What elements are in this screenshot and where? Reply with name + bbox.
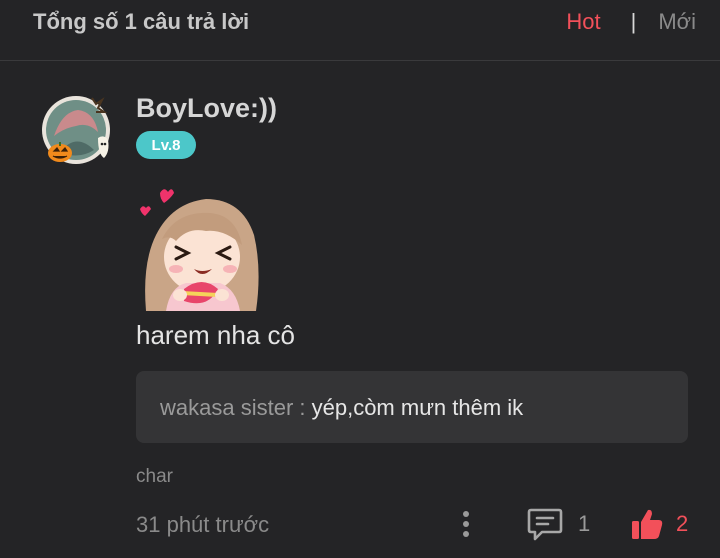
- like-count: 2: [676, 511, 689, 536]
- comment-icon: [527, 508, 563, 541]
- thumbs-up-icon: [632, 509, 663, 539]
- avatar[interactable]: [38, 92, 114, 168]
- quoted-reply-text: wakasa sister : yép,còm mưn thêm ik: [160, 395, 523, 421]
- quoted-reply-body: yép,còm mưn thêm ik: [311, 395, 524, 420]
- quoted-reply[interactable]: wakasa sister : yép,còm mưn thêm ik: [136, 371, 688, 443]
- sticker-image: [136, 183, 262, 311]
- halloween-avatar-icon: [42, 96, 110, 164]
- more-options-button[interactable]: [456, 509, 476, 539]
- quoted-reply-author: wakasa sister :: [160, 395, 312, 420]
- username[interactable]: BoyLove:)): [136, 93, 277, 124]
- sort-hot-tab[interactable]: Hot: [566, 9, 600, 35]
- sort-separator: |: [630, 9, 637, 34]
- answers-header: Tổng số 1 câu trả lời Hot | Mới: [0, 0, 720, 61]
- timestamp: 31 phút trước: [136, 512, 270, 537]
- answer-tag[interactable]: char: [136, 466, 173, 488]
- reply-count: 1: [578, 511, 591, 536]
- like-button[interactable]: 2: [630, 506, 688, 542]
- level-badge: Lv.8: [136, 131, 196, 159]
- sort-new-tab[interactable]: Mới: [658, 9, 696, 35]
- answer-text: harem nha cô: [136, 320, 295, 350]
- answer-count-label: Tổng số 1 câu trả lời: [33, 9, 250, 34]
- more-vertical-icon: [463, 511, 469, 537]
- anime-girl-sticker-icon: [140, 189, 259, 311]
- reply-button[interactable]: 1: [526, 506, 590, 542]
- sort-toggle: Hot | Mới: [566, 9, 696, 35]
